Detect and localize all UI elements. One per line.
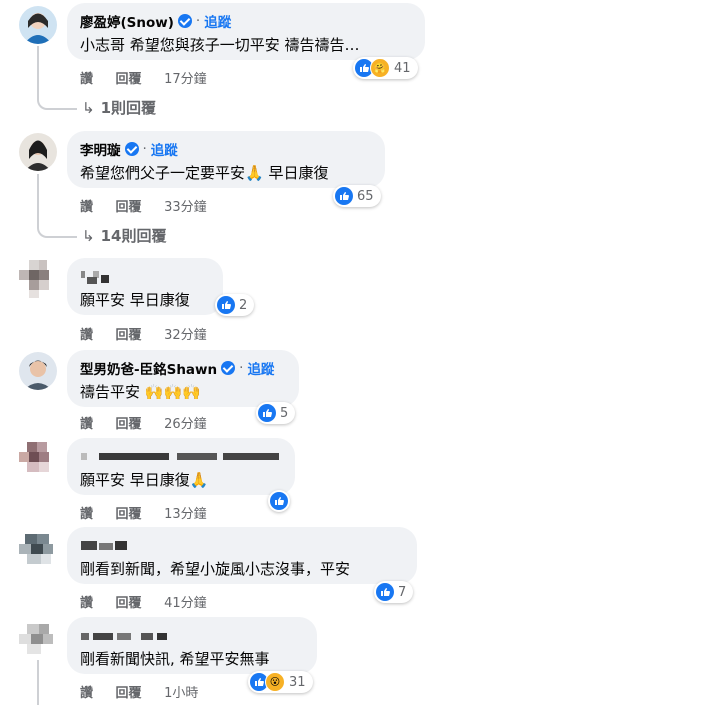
comment-actions: 讚 回覆 32分鐘 bbox=[80, 324, 225, 343]
verified-badge-icon bbox=[124, 142, 139, 156]
like-button[interactable]: 讚 bbox=[80, 507, 93, 522]
care-reaction-icon: 🤗 bbox=[370, 58, 390, 78]
reply-button[interactable]: 回覆 bbox=[116, 72, 142, 87]
avatar[interactable] bbox=[19, 260, 57, 298]
view-replies-link[interactable]: ↳ 14則回覆 bbox=[82, 225, 166, 246]
like-reaction-icon bbox=[270, 492, 288, 510]
comment-actions: 讚 回覆 13分鐘 bbox=[80, 503, 225, 522]
reply-button[interactable]: 回覆 bbox=[116, 328, 142, 343]
comment-text: 剛看新聞快訊, 希望平安無事 bbox=[80, 650, 270, 668]
like-button[interactable]: 讚 bbox=[80, 417, 93, 432]
reply-button[interactable]: 回覆 bbox=[116, 417, 142, 432]
avatar[interactable] bbox=[19, 6, 57, 44]
avatar[interactable] bbox=[19, 620, 57, 658]
reply-button[interactable]: 回覆 bbox=[116, 686, 142, 701]
reaction-summary[interactable]: 65 bbox=[333, 185, 381, 207]
comment-bubble[interactable]: 剛看新聞快訊, 希望平安無事 bbox=[67, 617, 317, 674]
verified-badge-icon bbox=[177, 14, 192, 28]
comment-actions: 讚 回覆 26分鐘 bbox=[80, 413, 225, 432]
replies-count: 1則回覆 bbox=[100, 99, 157, 117]
avatar[interactable] bbox=[19, 352, 57, 390]
thread-elbow bbox=[37, 94, 77, 110]
comment-bubble[interactable]: 廖盈婷(Snow) · 追蹤 小志哥 希望您與孩子一切平安 禱告禱告… bbox=[67, 3, 425, 60]
timestamp[interactable]: 32分鐘 bbox=[164, 328, 207, 343]
follow-button[interactable]: 追蹤 bbox=[151, 139, 178, 159]
redacted-name bbox=[81, 452, 281, 461]
reaction-summary[interactable]: 5 bbox=[256, 402, 296, 424]
redacted-name bbox=[81, 541, 141, 551]
commenter-name[interactable]: 型男奶爸-臣銘Shawn bbox=[80, 358, 217, 378]
like-button[interactable]: 讚 bbox=[80, 596, 93, 611]
reaction-summary[interactable]: 😮 31 bbox=[248, 671, 313, 693]
timestamp[interactable]: 26分鐘 bbox=[164, 417, 207, 432]
reply-arrow-icon: ↳ bbox=[82, 99, 95, 117]
thread-line bbox=[37, 660, 39, 705]
timestamp[interactable]: 1小時 bbox=[164, 686, 198, 701]
reply-button[interactable]: 回覆 bbox=[116, 200, 142, 215]
view-replies-link[interactable]: ↳ 1則回覆 bbox=[82, 97, 156, 118]
comment-text: 小志哥 希望您與孩子一切平安 禱告禱告… bbox=[80, 36, 360, 54]
timestamp[interactable]: 33分鐘 bbox=[164, 200, 207, 215]
thread-line bbox=[37, 46, 39, 96]
thread-line bbox=[37, 174, 39, 224]
comment-text: 願平安 早日康復 bbox=[80, 291, 190, 309]
avatar[interactable] bbox=[19, 133, 57, 171]
like-button[interactable]: 讚 bbox=[80, 328, 93, 343]
timestamp[interactable]: 13分鐘 bbox=[164, 507, 207, 522]
like-button[interactable]: 讚 bbox=[80, 72, 93, 87]
follow-button[interactable]: 追蹤 bbox=[204, 11, 231, 31]
reply-arrow-icon: ↳ bbox=[82, 227, 95, 245]
commenter-name[interactable]: 廖盈婷(Snow) bbox=[80, 11, 174, 31]
redacted-name bbox=[81, 631, 181, 641]
comment-bubble[interactable]: 型男奶爸-臣銘Shawn · 追蹤 禱告平安 🙌🙌🙌 bbox=[67, 350, 299, 407]
reaction-count: 31 bbox=[289, 674, 306, 690]
like-button[interactable]: 讚 bbox=[80, 686, 93, 701]
reaction-summary[interactable]: 🤗 41 bbox=[353, 57, 418, 79]
comment-bubble[interactable]: 願平安 早日康復🙏 bbox=[67, 438, 295, 495]
timestamp[interactable]: 17分鐘 bbox=[164, 72, 207, 87]
reaction-summary[interactable] bbox=[268, 490, 290, 512]
like-reaction-icon bbox=[376, 583, 394, 601]
reaction-count: 65 bbox=[357, 188, 374, 204]
thread-elbow bbox=[37, 222, 77, 238]
separator: · bbox=[195, 13, 201, 29]
reaction-count: 5 bbox=[280, 405, 289, 421]
separator: · bbox=[239, 360, 244, 376]
comment-text: 剛看到新聞，希望小旋風小志沒事，平安 bbox=[80, 560, 351, 578]
commenter-name[interactable]: 李明璇 bbox=[80, 139, 121, 159]
comment-actions: 讚 回覆 33分鐘 bbox=[80, 196, 225, 215]
reply-button[interactable]: 回覆 bbox=[116, 507, 142, 522]
like-reaction-icon bbox=[217, 296, 235, 314]
like-reaction-icon bbox=[335, 187, 353, 205]
wow-reaction-icon: 😮 bbox=[265, 672, 285, 692]
comment-bubble[interactable]: 李明璇 · 追蹤 希望您們父子一定要平安🙏 早日康復 bbox=[67, 131, 385, 188]
reaction-count: 2 bbox=[239, 297, 248, 313]
reaction-summary[interactable]: 7 bbox=[374, 581, 414, 603]
avatar[interactable] bbox=[19, 440, 57, 478]
like-reaction-icon bbox=[258, 404, 276, 422]
separator: · bbox=[142, 141, 147, 157]
comment-actions: 讚 回覆 41分鐘 bbox=[80, 592, 225, 611]
reaction-summary[interactable]: 2 bbox=[215, 294, 255, 316]
reply-button[interactable]: 回覆 bbox=[116, 596, 142, 611]
reaction-count: 7 bbox=[398, 584, 407, 600]
comment-text: 希望您們父子一定要平安🙏 早日康復 bbox=[80, 164, 329, 182]
comment-bubble[interactable]: 剛看到新聞，希望小旋風小志沒事，平安 bbox=[67, 527, 417, 584]
follow-button[interactable]: 追蹤 bbox=[247, 358, 274, 378]
replies-count: 14則回覆 bbox=[100, 227, 167, 245]
comment-bubble[interactable]: 願平安 早日康復 bbox=[67, 258, 223, 315]
comment-text: 禱告平安 🙌🙌🙌 bbox=[80, 383, 201, 401]
reaction-count: 41 bbox=[394, 60, 411, 76]
verified-badge-icon bbox=[221, 361, 236, 375]
comment-actions: 讚 回覆 17分鐘 bbox=[80, 68, 225, 87]
comment-text: 願平安 早日康復🙏 bbox=[80, 471, 209, 489]
timestamp[interactable]: 41分鐘 bbox=[164, 596, 207, 611]
like-button[interactable]: 讚 bbox=[80, 200, 93, 215]
comment-actions: 讚 回覆 1小時 bbox=[80, 682, 216, 701]
avatar[interactable] bbox=[19, 530, 57, 568]
